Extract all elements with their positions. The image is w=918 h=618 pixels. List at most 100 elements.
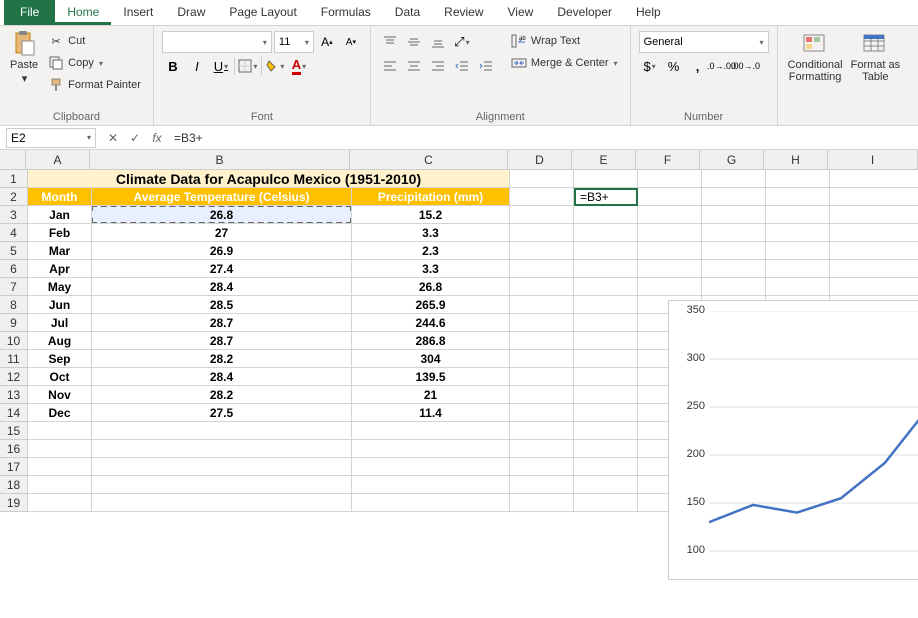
cell[interactable]: Jan [28,206,92,224]
tab-data[interactable]: Data [383,0,432,25]
cell[interactable] [574,224,638,242]
cell[interactable]: 27 [92,224,352,242]
cell[interactable] [766,224,830,242]
cell-E2-selected[interactable]: =B3+ [574,188,638,206]
decrease-font-button[interactable]: A▾ [340,31,362,53]
cell[interactable] [638,260,702,278]
cell[interactable] [574,386,638,404]
cell[interactable] [28,440,92,458]
cell[interactable] [574,422,638,440]
cell[interactable]: Oct [28,368,92,386]
cell[interactable] [28,458,92,476]
row-header-19[interactable]: 19 [0,494,28,512]
tab-page-layout[interactable]: Page Layout [217,0,308,25]
cell[interactable]: 26.8 [92,206,352,224]
cell[interactable] [702,188,766,206]
tab-review[interactable]: Review [432,0,495,25]
cell[interactable] [92,494,352,512]
cell[interactable] [28,476,92,494]
tab-developer[interactable]: Developer [545,0,624,25]
col-header-E[interactable]: E [572,150,636,170]
cell[interactable] [92,422,352,440]
align-center-button[interactable] [403,55,425,77]
cell[interactable] [352,458,510,476]
cell[interactable] [510,242,574,260]
cell-header-temp[interactable]: Average Temperature (Celsius) [92,188,352,206]
cell[interactable] [510,386,574,404]
cell[interactable] [510,260,574,278]
underline-button[interactable]: U▾ [210,55,232,77]
enter-formula-button[interactable]: ✓ [124,128,146,148]
fill-color-button[interactable]: ▾ [264,55,286,77]
cells-area[interactable]: Climate Data for Acapulco Mexico (1951-2… [28,170,918,618]
paste-button[interactable]: Paste ▾ [6,29,42,109]
cell[interactable] [638,170,702,188]
formula-input[interactable]: =B3+ [168,131,918,145]
format-as-table-button[interactable]: Format as Table [847,29,905,109]
increase-decimal-button[interactable]: .0→.00 [711,55,733,77]
cell[interactable] [766,206,830,224]
row-header-11[interactable]: 11 [0,350,28,368]
fx-button[interactable]: fx [146,128,168,148]
font-color-button[interactable]: A▾ [288,55,310,77]
align-top-button[interactable] [379,31,401,53]
align-left-button[interactable] [379,55,401,77]
cell[interactable]: Jun [28,296,92,314]
row-header-15[interactable]: 15 [0,422,28,440]
cell[interactable] [92,476,352,494]
cell[interactable] [510,296,574,314]
decrease-decimal-button[interactable]: .00→.0 [735,55,757,77]
cell[interactable] [574,332,638,350]
cell[interactable] [510,368,574,386]
cell[interactable] [702,242,766,260]
row-header-9[interactable]: 9 [0,314,28,332]
wrap-text-button[interactable]: abWrap Text [507,31,622,51]
col-header-I[interactable]: I [828,150,918,170]
cell[interactable]: 26.8 [352,278,510,296]
cell[interactable] [28,494,92,512]
cell[interactable] [830,260,918,278]
cell[interactable] [638,188,702,206]
cell[interactable] [510,206,574,224]
row-header-7[interactable]: 7 [0,278,28,296]
cell[interactable] [510,224,574,242]
cell[interactable] [702,278,766,296]
embedded-chart[interactable]: 100150200250300350 [668,300,918,580]
cell[interactable] [638,224,702,242]
cell[interactable]: 244.6 [352,314,510,332]
name-box[interactable]: E2▾ [6,128,96,148]
row-header-18[interactable]: 18 [0,476,28,494]
tab-view[interactable]: View [496,0,546,25]
percent-button[interactable]: % [663,55,685,77]
cell[interactable]: 28.4 [92,368,352,386]
italic-button[interactable]: I [186,55,208,77]
cell[interactable] [766,260,830,278]
cell[interactable] [766,242,830,260]
cell[interactable] [574,314,638,332]
cell[interactable] [702,260,766,278]
borders-button[interactable]: ▾ [237,55,259,77]
row-header-14[interactable]: 14 [0,404,28,422]
cell[interactable]: May [28,278,92,296]
col-header-H[interactable]: H [764,150,828,170]
cell[interactable]: 28.5 [92,296,352,314]
cell[interactable] [510,170,574,188]
cell-header-month[interactable]: Month [28,188,92,206]
cell[interactable]: 26.9 [92,242,352,260]
cell[interactable]: Apr [28,260,92,278]
cell[interactable]: 286.8 [352,332,510,350]
cell[interactable] [574,278,638,296]
cell[interactable]: Jul [28,314,92,332]
cell[interactable] [574,260,638,278]
cut-button[interactable]: ✂Cut [44,31,145,51]
cell[interactable] [574,476,638,494]
cell[interactable] [574,440,638,458]
cell[interactable] [510,188,574,206]
cell[interactable]: 11.4 [352,404,510,422]
cell[interactable] [510,332,574,350]
tab-draw[interactable]: Draw [165,0,217,25]
cell[interactable] [702,170,766,188]
cancel-formula-button[interactable]: ✕ [102,128,124,148]
increase-font-button[interactable]: A▴ [316,31,338,53]
cell[interactable] [510,476,574,494]
